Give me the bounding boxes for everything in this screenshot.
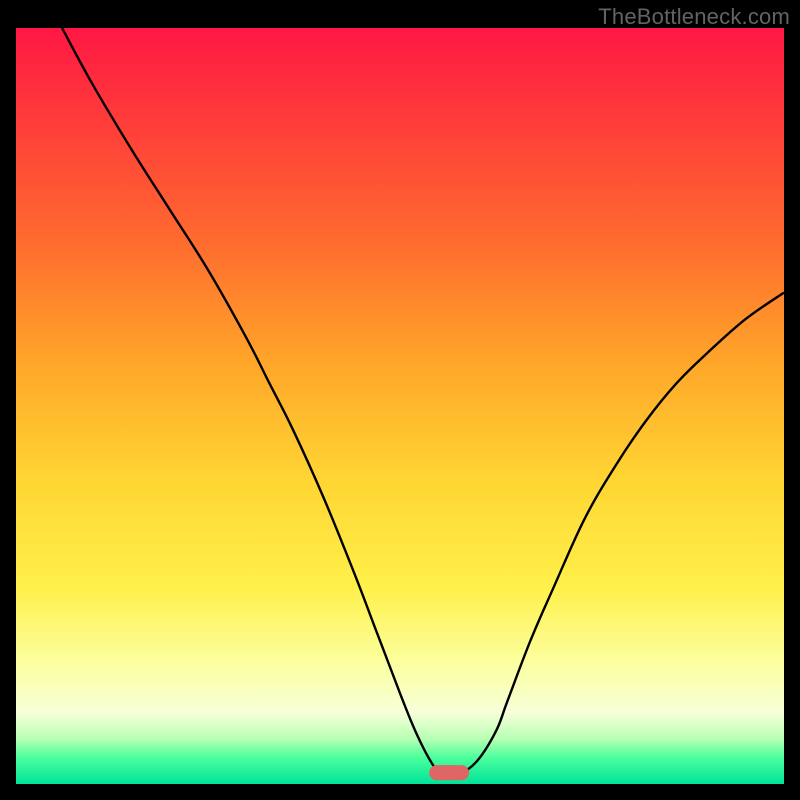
watermark-label: TheBottleneck.com — [598, 4, 790, 30]
chart-frame: TheBottleneck.com — [0, 0, 800, 800]
optimal-marker — [429, 765, 469, 780]
plot-area — [16, 28, 784, 784]
gradient-background — [16, 28, 784, 784]
plot-inner — [16, 28, 784, 784]
chart-svg — [16, 28, 784, 784]
